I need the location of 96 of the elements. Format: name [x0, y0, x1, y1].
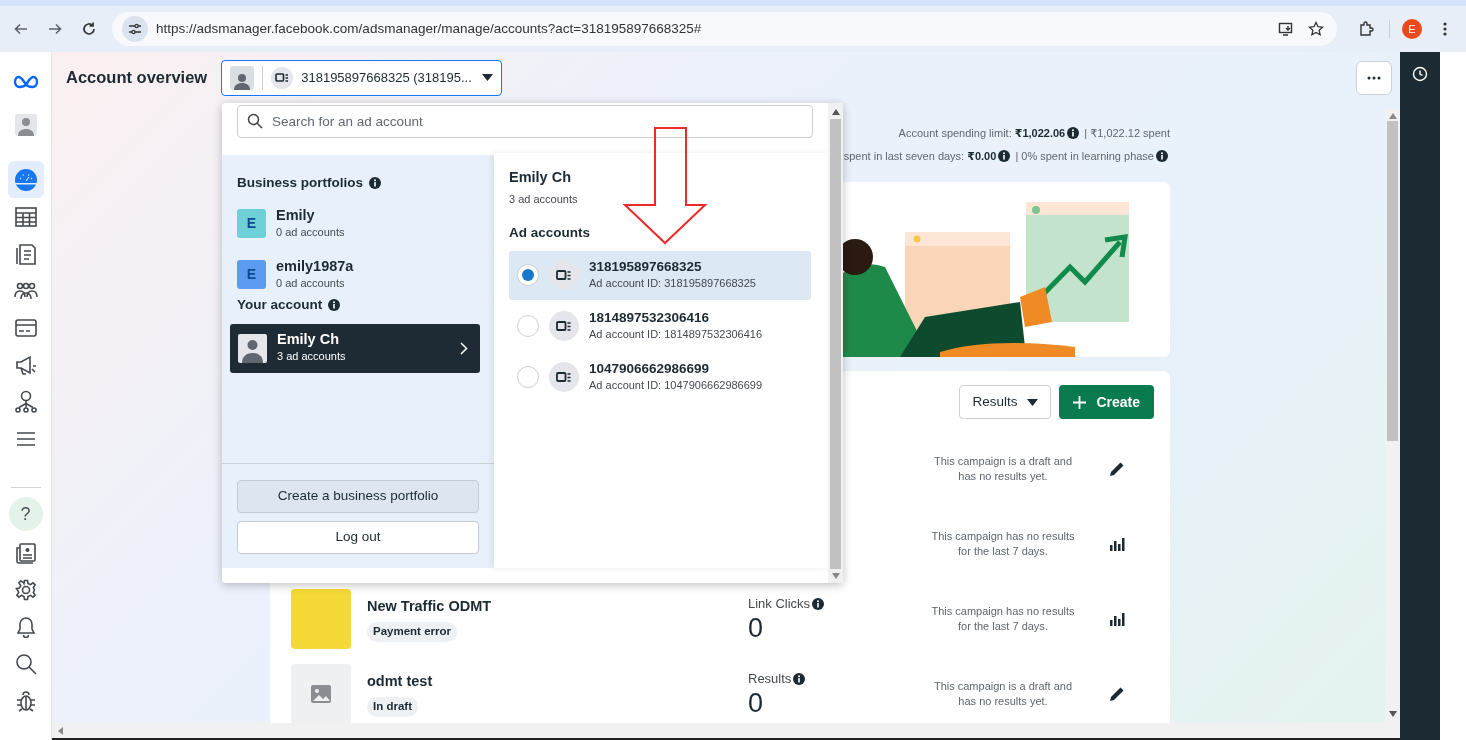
search-icon[interactable]	[14, 652, 37, 675]
ad-account-name: 318195897668325	[589, 258, 703, 276]
results-dropdown[interactable]: Results	[959, 385, 1052, 419]
search-field[interactable]: Search for an ad account	[237, 105, 813, 138]
settings-icon[interactable]	[14, 578, 37, 601]
campaign-note: This campaign is a draft and has no results yet.	[933, 454, 1073, 482]
scroll-left-icon[interactable]	[58, 726, 63, 735]
contact-card-icon[interactable]	[14, 541, 37, 564]
campaign-name[interactable]: odmt test	[367, 670, 748, 693]
scroll-down-icon[interactable]	[1388, 711, 1397, 717]
horizontal-scrollbar[interactable]	[52, 723, 1400, 740]
site-settings-icon[interactable]	[122, 16, 148, 42]
campaign-note: This campaign has no results for the last 7 days.	[931, 529, 1075, 557]
campaign-note: This campaign has no results for the last 7 days.	[931, 604, 1075, 632]
url-field[interactable]: https://adsmanager.facebook.com/adsmanager/manage/accounts?act=318195897668325#	[156, 18, 1267, 40]
documents-icon[interactable]	[14, 241, 37, 266]
people-icon[interactable]	[13, 280, 38, 301]
account-count: 3 ad accounts	[509, 191, 579, 207]
scroll-down-icon[interactable]	[831, 573, 840, 579]
radio-button[interactable]	[517, 366, 539, 388]
chevron-right-icon	[460, 341, 468, 355]
ad-account-icon	[549, 362, 579, 392]
info-icon[interactable]	[793, 672, 806, 685]
info-icon[interactable]	[328, 299, 341, 312]
metric-value: 0	[748, 613, 765, 644]
account-count: 0 ad accounts	[276, 275, 346, 291]
dropdown-scrollbar[interactable]	[828, 103, 843, 583]
ad-account-id: Ad account ID: 1814897532306416	[589, 327, 763, 343]
page-title: Account overview	[66, 67, 208, 89]
plus-icon	[1073, 395, 1087, 409]
hierarchy-icon[interactable]	[13, 389, 38, 414]
account-name: Emily Ch	[277, 331, 341, 349]
stats-text: spent in last seven days: ₹0.00	[843, 150, 997, 162]
person-avatar-icon	[238, 333, 267, 363]
megaphone-icon[interactable]	[14, 353, 37, 376]
status-badge: Payment error	[367, 622, 457, 642]
vertical-scrollbar[interactable]	[1385, 109, 1400, 723]
create-button[interactable]: Create	[1059, 385, 1154, 419]
portfolio-name[interactable]: emily1987a	[276, 257, 354, 275]
scroll-up-icon[interactable]	[1388, 113, 1397, 119]
metric-label: Results	[748, 670, 792, 686]
radio-button[interactable]	[517, 315, 539, 337]
section-heading: Ad accounts	[509, 224, 591, 243]
stats-text: | ₹1,022.12 spent	[1084, 127, 1170, 139]
search-icon	[247, 113, 263, 129]
metric-label: Link Clicks	[748, 595, 811, 611]
ad-account-name: 1814897532306416	[589, 309, 711, 327]
dashboard-icon	[13, 167, 38, 192]
ad-account-name: 1047906662986699	[589, 360, 711, 378]
create-portfolio-button[interactable]: Create a business portfolio	[237, 480, 479, 513]
table-icon[interactable]	[14, 206, 37, 227]
info-icon[interactable]	[812, 597, 825, 610]
info-icon[interactable]	[1067, 127, 1080, 139]
help-button[interactable]: ?	[8, 497, 43, 531]
address-bar[interactable]: https://adsmanager.facebook.com/adsmanager/manage/accounts?act=318195897668325#	[112, 12, 1337, 46]
portfolio-name[interactable]: Emily	[276, 206, 345, 224]
notifications-icon[interactable]	[15, 615, 36, 638]
ad-image-placeholder	[291, 588, 351, 649]
account-count: 3 ad accounts	[277, 349, 346, 365]
ad-account-id: Ad account ID: 318195897668325	[589, 276, 756, 292]
metric-value: 0	[748, 688, 765, 719]
account-name: Emily Ch	[509, 168, 573, 187]
ad-account-icon	[549, 260, 579, 290]
account-selector[interactable]: 318195897668325 (318195...	[221, 59, 503, 96]
image-icon	[310, 683, 332, 704]
your-account-item[interactable]: Emily Ch 3 ad accounts	[230, 323, 480, 373]
credit-card-icon[interactable]	[14, 318, 37, 337]
section-heading: Your account	[237, 296, 323, 315]
stats-text: Account spending limit: ₹1,022.06	[898, 127, 1066, 139]
clock-icon[interactable]	[1412, 66, 1428, 82]
portfolio-initial-tile[interactable]: E	[237, 208, 266, 238]
person-avatar-icon	[230, 65, 255, 90]
sidebar-item-selected[interactable]	[7, 161, 44, 198]
stats-text: | 0% spent in learning phase	[1015, 150, 1154, 162]
profile-avatar[interactable]: E	[1402, 19, 1422, 39]
ad-account-icon	[271, 66, 294, 89]
caret-icon	[482, 74, 494, 81]
profile-avatar-icon[interactable]	[14, 113, 37, 136]
caret-icon	[1027, 398, 1039, 406]
scroll-up-icon[interactable]	[831, 109, 840, 115]
ad-account-id: Ad account ID: 1047906662986699	[589, 378, 763, 394]
campaign-name[interactable]: New Traffic ODMT	[367, 595, 748, 618]
section-heading: Business portfolios	[237, 174, 363, 192]
info-icon[interactable]	[998, 150, 1011, 162]
ad-account-icon	[549, 311, 579, 341]
info-icon[interactable]	[369, 177, 381, 190]
ad-account-item[interactable]: 318195897668325 Ad account ID: 318195897668325	[509, 250, 811, 300]
info-icon[interactable]	[1156, 150, 1168, 162]
account-count: 0 ad accounts	[276, 224, 345, 240]
bug-icon[interactable]	[14, 689, 37, 712]
radio-button[interactable]	[517, 264, 539, 286]
status-badge: In draft	[367, 697, 418, 717]
meta-logo-icon[interactable]	[12, 75, 39, 89]
more-icon	[1367, 75, 1381, 80]
campaign-note: This campaign is a draft and has no results yet.	[933, 679, 1073, 707]
log-out-button[interactable]: Log out	[237, 521, 479, 554]
